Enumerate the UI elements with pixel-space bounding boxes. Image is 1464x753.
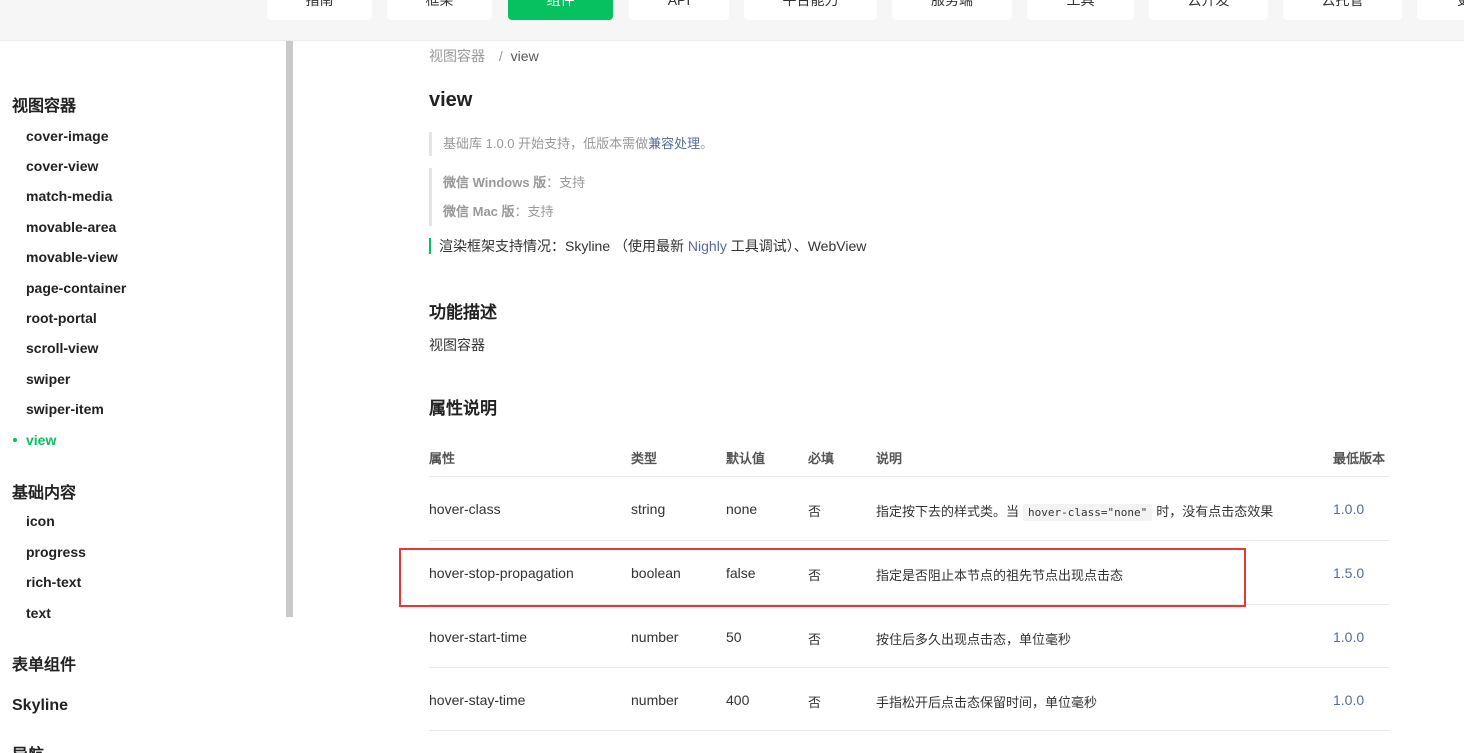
sidebar-group-navigation[interactable]: 导航 bbox=[12, 741, 44, 753]
render-support: 渲染框架支持情况：Skyline （使用最新 Nighly 工具调试）、WebV… bbox=[429, 238, 866, 254]
header-attr: 属性 bbox=[429, 451, 456, 466]
nighly-link[interactable]: Nighly bbox=[688, 238, 727, 254]
sidebar-item-cover-view[interactable]: cover-view bbox=[26, 158, 98, 174]
header-type: 类型 bbox=[631, 451, 658, 466]
props-section-title: 属性说明 bbox=[429, 399, 497, 418]
prop-desc: 按住后多久出现点击态，单位毫秒 bbox=[876, 632, 1072, 647]
prop-default: 50 bbox=[726, 629, 742, 645]
active-dot-icon bbox=[13, 438, 17, 442]
nav-tab-framework[interactable]: 框架 bbox=[387, 0, 492, 20]
mac-value: ：支持 bbox=[514, 204, 554, 219]
nav-tab-components[interactable]: 组件 bbox=[508, 0, 613, 20]
prop-name: hover-stay-time bbox=[429, 692, 526, 708]
nav-tab-guide[interactable]: 指南 bbox=[267, 0, 372, 20]
nav-tab-cloud-dev[interactable]: 云开发 bbox=[1149, 0, 1268, 20]
inline-code: hover-class="none" bbox=[1023, 504, 1153, 521]
sidebar-item-swiper-item[interactable]: swiper-item bbox=[26, 401, 104, 417]
support-suffix: 。 bbox=[700, 136, 714, 151]
sidebar-item-match-media[interactable]: match-media bbox=[26, 188, 112, 204]
main-content: 视图容器 / view view 基础库 1.0.0 开始支持，低版本需做兼容处… bbox=[429, 41, 1409, 753]
windows-value: ：支持 bbox=[546, 175, 586, 190]
sidebar-item-movable-area[interactable]: movable-area bbox=[26, 219, 116, 235]
sidebar-group-view-container[interactable]: 视图容器 bbox=[12, 92, 76, 116]
header-required: 必填 bbox=[808, 451, 835, 466]
sidebar-item-text[interactable]: text bbox=[26, 605, 51, 621]
sidebar-item-scroll-view[interactable]: scroll-view bbox=[26, 340, 98, 356]
nav-tab-platform[interactable]: 平台能力 bbox=[744, 0, 877, 20]
render-prefix: 渲染框架支持情况：Skyline （使用最新 bbox=[439, 238, 688, 254]
sidebar-group-basic-content[interactable]: 基础内容 bbox=[12, 479, 76, 503]
breadcrumb-separator: / bbox=[498, 48, 503, 64]
sidebar: 视图容器 cover-image cover-view match-media … bbox=[0, 41, 285, 753]
prop-desc: 指定按下去的样式类。当 hover-class="none" 时，没有点击态效果 bbox=[876, 501, 1274, 521]
sidebar-item-movable-view[interactable]: movable-view bbox=[26, 249, 118, 265]
support-note: 基础库 1.0.0 开始支持，低版本需做兼容处理。 bbox=[429, 132, 713, 156]
header-default: 默认值 bbox=[726, 451, 766, 466]
sidebar-group-skyline[interactable]: Skyline bbox=[12, 697, 68, 715]
prop-default: none bbox=[726, 501, 758, 517]
support-text: 基础库 1.0.0 开始支持，低版本需做 bbox=[443, 136, 649, 151]
prop-default: 400 bbox=[726, 692, 750, 708]
sidebar-item-icon[interactable]: icon bbox=[26, 513, 55, 529]
sidebar-item-progress[interactable]: progress bbox=[26, 544, 86, 560]
nav-tab-cloud-hosting[interactable]: 云托管 bbox=[1283, 0, 1402, 20]
desc-text-suffix: 时，没有点击态效果 bbox=[1156, 504, 1274, 519]
prop-required: 否 bbox=[808, 504, 822, 519]
sidebar-item-view[interactable]: view bbox=[13, 432, 57, 448]
nav-tab-tools[interactable]: 工具 bbox=[1027, 0, 1134, 20]
prop-type: number bbox=[631, 692, 679, 708]
breadcrumb-parent[interactable]: 视图容器 bbox=[429, 48, 485, 64]
breadcrumb-current: view bbox=[510, 48, 539, 64]
table-row: hover-class string none 否 指定按下去的样式类。当 hov… bbox=[429, 476, 1389, 540]
prop-name: hover-start-time bbox=[429, 629, 528, 645]
sidebar-item-swiper[interactable]: swiper bbox=[26, 371, 70, 387]
prop-desc: 手指松开后点击态保留时间，单位毫秒 bbox=[876, 695, 1098, 710]
sidebar-item-label: view bbox=[26, 432, 57, 448]
platform-note: 微信 Windows 版：支持 微信 Mac 版：支持 bbox=[429, 168, 585, 226]
header-version: 最低版本 bbox=[1333, 451, 1386, 466]
mac-label: 微信 Mac 版 bbox=[443, 204, 515, 219]
desc-text: 指定按下去的样式类。当 bbox=[876, 504, 1020, 519]
header-desc: 说明 bbox=[876, 451, 903, 466]
sidebar-item-rich-text[interactable]: rich-text bbox=[26, 574, 81, 590]
table-row: hover-start-time number 50 否 按住后多久出现点击态，… bbox=[429, 604, 1389, 667]
prop-name: hover-class bbox=[429, 501, 501, 517]
top-navigation: 指南 框架 组件 API 平台能力 服务端 工具 云开发 云托管 更 bbox=[0, 0, 1464, 41]
breadcrumb: 视图容器 / view bbox=[429, 46, 539, 66]
prop-version: 1.0.0 bbox=[1333, 501, 1365, 517]
prop-type: number bbox=[631, 629, 679, 645]
highlight-annotation-box bbox=[399, 548, 1246, 607]
prop-type: string bbox=[631, 501, 666, 517]
sidebar-item-cover-image[interactable]: cover-image bbox=[26, 128, 108, 144]
sidebar-group-form[interactable]: 表单组件 bbox=[12, 651, 76, 675]
nav-tab-api[interactable]: API bbox=[629, 0, 729, 20]
nav-tab-server[interactable]: 服务端 bbox=[892, 0, 1012, 20]
sidebar-item-root-portal[interactable]: root-portal bbox=[26, 310, 97, 326]
prop-version: 1.0.0 bbox=[1333, 692, 1365, 708]
prop-version: 1.0.0 bbox=[1333, 629, 1365, 645]
prop-version: 1.5.0 bbox=[1333, 565, 1365, 581]
compat-link[interactable]: 兼容处理 bbox=[648, 136, 700, 151]
sidebar-item-page-container[interactable]: page-container bbox=[26, 280, 126, 296]
prop-required: 否 bbox=[808, 695, 822, 710]
render-suffix: 工具调试）、WebView bbox=[726, 238, 867, 254]
function-description: 视图容器 bbox=[429, 337, 485, 353]
table-row: hover-stay-time number 400 否 手指松开后点击态保留时… bbox=[429, 667, 1389, 731]
windows-label: 微信 Windows 版 bbox=[443, 175, 547, 190]
prop-required: 否 bbox=[808, 632, 822, 647]
sidebar-scrollbar[interactable] bbox=[286, 41, 293, 617]
page-title: view bbox=[429, 89, 473, 111]
function-section-title: 功能描述 bbox=[429, 303, 497, 322]
nav-tab-more[interactable]: 更 bbox=[1417, 0, 1464, 20]
